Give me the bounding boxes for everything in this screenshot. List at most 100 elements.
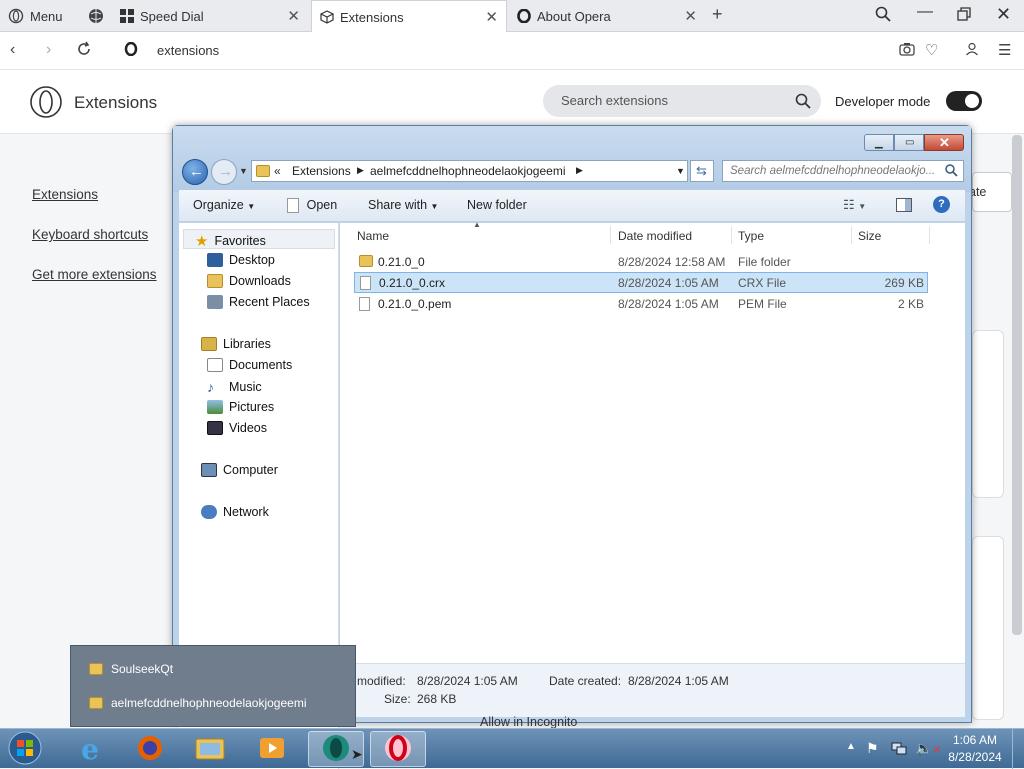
camera-icon[interactable] (899, 42, 915, 59)
search-extensions-field[interactable]: Search extensions (543, 85, 821, 117)
tab-speed-dial[interactable]: Speed Dial ✕ (112, 0, 308, 32)
tab-about-opera[interactable]: About Opera ✕ (509, 0, 705, 32)
maximize-button[interactable]: ▭ (894, 134, 924, 151)
desktop-icon (207, 253, 223, 267)
nav-documents[interactable]: Documents (207, 358, 292, 372)
view-options-icon[interactable]: ☷ ▼ (843, 197, 866, 213)
breadcrumb-extensions[interactable]: Extensions (292, 164, 351, 178)
taskbar-media-player[interactable] (244, 731, 300, 767)
developer-mode-toggle[interactable] (946, 91, 982, 111)
file-row[interactable]: 0.21.0_0.pem 8/28/2024 1:05 AM PEM File … (354, 293, 928, 314)
menu-label: Menu (30, 8, 63, 24)
close-window-icon[interactable]: ✕ (996, 4, 1011, 25)
breadcrumb-separator-icon[interactable]: ▶ (357, 165, 364, 176)
network-tray-icon[interactable] (891, 740, 907, 759)
page-scrollbar[interactable] (1012, 135, 1022, 635)
column-header-date-modified[interactable]: Date modified (618, 229, 692, 243)
easy-setup-icon[interactable]: ☰ (998, 41, 1011, 59)
jump-item-extension-folder[interactable]: aelmefcddnelhophneodelaokjogeemi (89, 696, 306, 710)
volume-muted-icon[interactable]: 🔈✕ (915, 740, 941, 757)
column-divider[interactable] (731, 226, 732, 244)
update-button[interactable]: ate (969, 172, 1012, 212)
share-with-button[interactable]: Share with ▼ (368, 198, 438, 212)
taskbar-opera-gx-active[interactable]: ➤ (308, 731, 364, 767)
column-header-size[interactable]: Size (858, 229, 881, 243)
taskbar-firefox[interactable] (122, 731, 178, 767)
nav-desktop[interactable]: Desktop (207, 253, 275, 267)
url-field[interactable]: extensions (157, 43, 219, 58)
nav-computer[interactable]: Computer (201, 463, 278, 477)
date-created-value: 8/28/2024 1:05 AM (628, 674, 729, 688)
restore-icon[interactable] (957, 7, 971, 24)
breadcrumb-overflow[interactable]: « (274, 164, 281, 178)
sidebar-item-extensions[interactable]: Extensions (32, 187, 98, 202)
breadcrumb-separator-icon[interactable]: ▶ (576, 165, 583, 176)
action-center-flag-icon[interactable]: ⚑ (866, 740, 879, 757)
back-button[interactable]: ← (182, 159, 208, 185)
new-tab-plus-icon[interactable]: + (712, 4, 723, 25)
back-arrow-icon[interactable]: ‹ (10, 41, 15, 59)
tab-close-icon[interactable]: ✕ (684, 7, 697, 25)
show-hidden-icons-chevron-icon[interactable]: ▲ (846, 741, 856, 752)
tab-extensions[interactable]: Extensions ✕ (311, 0, 507, 33)
column-header-type[interactable]: Type (738, 229, 764, 243)
column-divider[interactable] (851, 226, 852, 244)
size-label: Size: (384, 692, 411, 706)
tab-close-icon[interactable]: ✕ (485, 8, 498, 26)
close-button[interactable]: ✕ (924, 134, 964, 151)
taskbar-windows-explorer[interactable] (182, 731, 238, 767)
refresh-button[interactable]: ⇆ (690, 160, 714, 182)
file-row-selected[interactable]: 0.21.0_0.crx 8/28/2024 1:05 AM CRX File … (354, 272, 928, 293)
browser-tab-bar: Menu Speed Dial ✕ Extensions ✕ About Ope… (0, 0, 1024, 33)
preview-pane-icon[interactable] (896, 198, 912, 215)
taskbar-internet-explorer[interactable]: e (62, 731, 118, 767)
breadcrumb-current-folder[interactable]: aelmefcddnelhophneodelaokjogeemi (370, 164, 565, 178)
forward-button[interactable]: → (211, 159, 237, 185)
column-divider[interactable] (929, 226, 930, 244)
help-icon[interactable]: ? (933, 196, 950, 213)
nav-videos[interactable]: Videos (207, 421, 267, 435)
taskbar-opera[interactable] (370, 731, 426, 767)
file-date: 8/28/2024 1:05 AM (618, 276, 719, 290)
nav-music[interactable]: ♪ Music (207, 379, 262, 395)
nav-label: Libraries (223, 337, 271, 351)
search-icon (795, 93, 811, 112)
new-folder-button[interactable]: New folder (467, 198, 527, 212)
minimize-button[interactable]: ▁ (864, 134, 894, 151)
workspace-button[interactable] (80, 0, 110, 32)
open-button[interactable]: Open (287, 197, 337, 214)
column-header-name[interactable]: Name (357, 229, 389, 243)
clock-time[interactable]: 1:06 AM (950, 733, 1000, 747)
show-desktop-button[interactable] (1012, 729, 1024, 769)
nav-recent-places[interactable]: Recent Places (207, 295, 310, 309)
clock-date[interactable]: 8/28/2024 (944, 750, 1006, 764)
nav-pictures[interactable]: Pictures (207, 400, 274, 414)
address-dropdown-icon[interactable]: ▼ (676, 166, 685, 176)
profile-icon[interactable] (965, 42, 979, 59)
date-modified-value: 8/28/2024 1:05 AM (417, 674, 518, 688)
nav-favorites[interactable]: ★ Favorites (195, 232, 266, 250)
nav-libraries[interactable]: Libraries (201, 337, 271, 351)
reload-icon[interactable] (76, 41, 92, 60)
explorer-search-input[interactable]: Search aelmefcddnelhophneodelaokjo... (722, 160, 964, 182)
page-title: Extensions (74, 93, 158, 112)
sidebar-item-get-more-extensions[interactable]: Get more extensions (32, 267, 157, 282)
opera-site-icon (124, 41, 138, 59)
column-divider[interactable] (610, 226, 611, 244)
nav-network[interactable]: Network (201, 505, 269, 519)
network-icon (201, 505, 217, 519)
file-row[interactable]: 0.21.0_0 8/28/2024 12:58 AM File folder (354, 251, 928, 272)
opera-menu-button[interactable]: Menu (0, 0, 76, 32)
tab-close-icon[interactable]: ✕ (287, 7, 300, 25)
tab-search-icon[interactable] (875, 6, 891, 25)
forward-arrow-icon[interactable]: › (46, 41, 51, 59)
recent-pages-chevron-icon[interactable]: ▼ (239, 166, 248, 176)
nav-downloads[interactable]: Downloads (207, 274, 291, 288)
organize-button[interactable]: Organize ▼ (193, 198, 255, 212)
explorer-address-bar[interactable]: « Extensions ▶ aelmefcddnelhophneodelaok… (251, 160, 688, 182)
sidebar-item-keyboard-shortcuts[interactable]: Keyboard shortcuts (32, 227, 148, 242)
start-button[interactable] (0, 731, 50, 767)
heart-icon[interactable]: ♡ (925, 41, 938, 59)
minimize-icon[interactable]: — (917, 3, 933, 21)
jump-item-soulseekqt[interactable]: SoulseekQt (89, 662, 173, 676)
